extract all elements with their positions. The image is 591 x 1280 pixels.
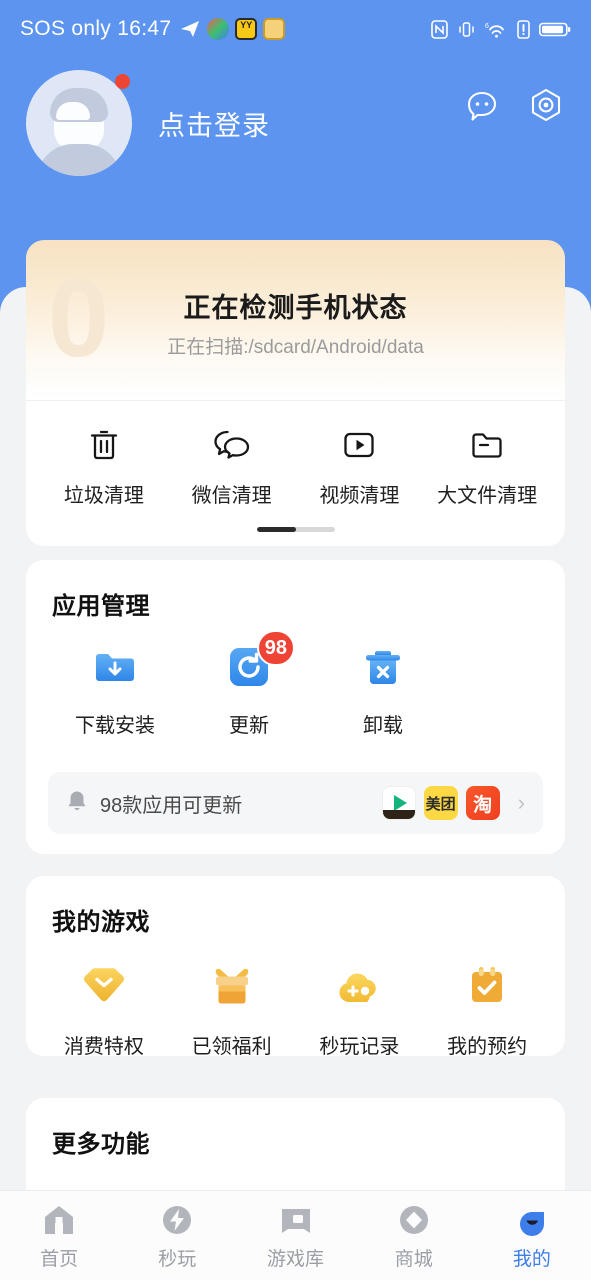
app-item-label: 更新 (229, 715, 269, 737)
notification-dot (115, 74, 130, 89)
folder-minus-icon (468, 425, 506, 465)
tool-label: 大文件清理 (437, 485, 538, 507)
my-games-title: 我的游戏 (52, 909, 150, 936)
tool-label: 垃圾清理 (63, 485, 144, 507)
status-carrier-time: SOS only 16:47 (20, 17, 172, 40)
app-item-label: 下载安装 (75, 715, 155, 737)
tool-video-clean[interactable]: 视频清理 (296, 425, 424, 508)
diamond-circle-icon (396, 1200, 432, 1240)
scan-title: 正在检测手机状态 (183, 293, 408, 323)
app-item-label: 卸载 (363, 715, 403, 737)
my-games-card: 我的游戏 消费特权 已领福利 秒玩记录 我的预约 (26, 876, 565, 1059)
tool-label: 视频清理 (319, 485, 400, 507)
app-management-title: 应用管理 (52, 593, 150, 620)
app-management-card: 应用管理 下载安装 98 更新 卸载 98款应用可更新 美团 淘 › (26, 560, 565, 854)
app-item-update[interactable]: 98 更新 (182, 630, 316, 738)
header-actions (463, 86, 565, 124)
status-app-icons (179, 18, 286, 40)
yy-icon (235, 18, 258, 40)
signal-alert-icon (517, 19, 530, 39)
wifi-6-icon: 6 (485, 20, 508, 39)
nav-item-label: 首页 (40, 1249, 79, 1270)
taobao-app-icon: 淘 (465, 786, 500, 820)
status-bar-left: SOS only 16:47 (20, 17, 286, 41)
home-icon (41, 1200, 77, 1240)
game-item-playrecord[interactable]: 秒玩记录 (296, 963, 424, 1059)
lightning-circle-icon (159, 1200, 195, 1240)
login-label[interactable]: 点击登录 (158, 104, 270, 143)
app-management-grid: 下载安装 98 更新 卸载 (26, 621, 565, 738)
game-item-label: 已领福利 (191, 1036, 272, 1058)
more-functions-title: 更多功能 (52, 1131, 150, 1158)
game-item-privilege[interactable]: 消费特权 (40, 963, 168, 1059)
refresh-icon: 98 (225, 630, 295, 691)
my-games-grid: 消费特权 已领福利 秒玩记录 我的预约 (26, 937, 565, 1059)
scan-subtitle: 正在扫描:/sdcard/Android/data (167, 337, 424, 358)
game-library-icon (278, 1200, 314, 1240)
gift-icon (206, 963, 258, 1014)
status-bar: SOS only 16:47 6 (0, 0, 591, 58)
hexagon-settings-icon[interactable] (527, 86, 565, 124)
app-item-uninstall[interactable]: 卸载 (316, 643, 450, 738)
bell-icon (66, 789, 88, 818)
nav-item-gamelibrary[interactable]: 游戏库 (236, 1200, 354, 1271)
diamond-icon (78, 963, 130, 1014)
meituan-app-icon: 美团 (423, 786, 458, 820)
update-banner-app-icons: 美团 淘 › (381, 786, 525, 820)
tool-label: 微信清理 (191, 485, 272, 507)
calendar-check-icon (461, 963, 513, 1014)
avatar-body (37, 144, 121, 176)
update-banner[interactable]: 98款应用可更新 美团 淘 › (48, 772, 543, 834)
color-ball-icon (207, 18, 230, 40)
scan-status-card[interactable]: 0 正在检测手机状态 正在扫描:/sdcard/Android/data (26, 240, 565, 400)
cloud-play-icon (333, 963, 385, 1014)
game-item-welfare[interactable]: 已领福利 (168, 963, 296, 1059)
nav-item-label: 我的 (512, 1249, 551, 1270)
nav-item-mine[interactable]: 我的 (473, 1200, 591, 1271)
nav-item-label: 游戏库 (267, 1249, 325, 1270)
game-item-reservation[interactable]: 我的预约 (423, 963, 551, 1059)
game-item-label: 我的预约 (447, 1036, 528, 1058)
update-count-badge: 98 (256, 630, 295, 666)
chevron-right-icon: › (517, 790, 525, 815)
tool-trash-clean[interactable]: 垃圾清理 (40, 425, 168, 508)
nav-item-instantplay[interactable]: 秒玩 (118, 1200, 236, 1271)
clean-tools-card: 垃圾清理 微信清理 视频清理 大文件清理 (26, 400, 565, 546)
profile-drop-icon (514, 1200, 550, 1240)
update-banner-text: 98款应用可更新 (100, 794, 243, 817)
vibrate-icon (457, 20, 476, 39)
chat-bubble-icon[interactable] (463, 86, 501, 124)
nav-item-home[interactable]: 首页 (0, 1200, 118, 1271)
game-item-label: 消费特权 (63, 1036, 144, 1058)
page-indicator-active (256, 527, 296, 532)
uninstall-trash-icon (359, 643, 407, 691)
wechat-bubbles-icon (212, 425, 252, 465)
nav-item-label: 商城 (394, 1249, 433, 1270)
nfc-icon (431, 19, 448, 39)
svg-text:6: 6 (485, 23, 489, 30)
status-bar-right: 6 (431, 19, 571, 39)
tool-bigfile-clean[interactable]: 大文件清理 (423, 425, 551, 508)
app-root: SOS only 16:47 6 (0, 0, 591, 1280)
video-app-icon (381, 786, 416, 820)
nav-item-label: 秒玩 (158, 1249, 197, 1270)
app-item-download[interactable]: 下载安装 (48, 643, 182, 738)
kuaiying-icon (263, 18, 286, 40)
avatar-hair (50, 88, 108, 122)
avatar[interactable] (26, 70, 132, 176)
clean-tools-row: 垃圾清理 微信清理 视频清理 大文件清理 (26, 401, 565, 508)
trash-icon (85, 425, 123, 465)
download-folder-icon (91, 643, 139, 691)
telegram-icon (179, 18, 201, 40)
tool-wechat-clean[interactable]: 微信清理 (168, 425, 296, 508)
game-item-label: 秒玩记录 (319, 1036, 400, 1058)
carousel-page-indicator[interactable] (256, 527, 335, 532)
video-play-box-icon (340, 425, 378, 465)
nav-item-store[interactable]: 商城 (355, 1200, 473, 1271)
bottom-navigation: 首页 秒玩 游戏库 商城 我的 (0, 1190, 591, 1280)
battery-icon (539, 20, 571, 39)
avatar-neck (64, 124, 94, 146)
